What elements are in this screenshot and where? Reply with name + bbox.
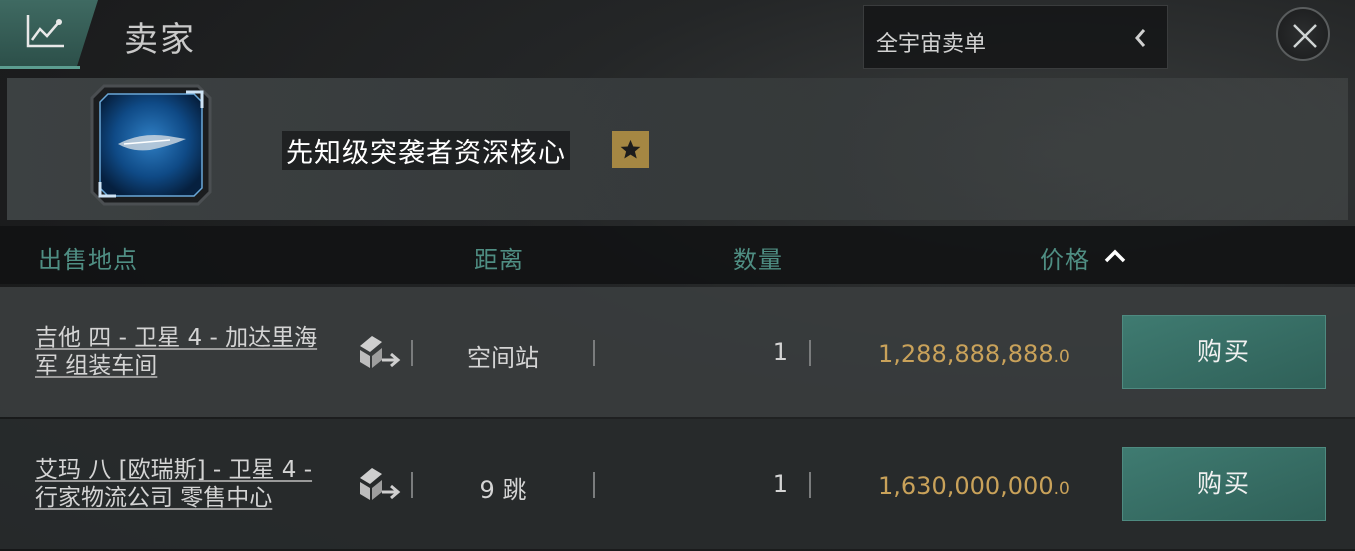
tab-underline — [0, 66, 80, 69]
item-name: 先知级突袭者资深核心 — [282, 131, 570, 170]
price-decimal: .0 — [1053, 347, 1070, 367]
location-line2: 行家物流公司 零售中心 — [35, 485, 273, 511]
column-quantity[interactable]: 数量 — [733, 240, 783, 275]
table-row: 艾玛 八 [欧瑞斯] - 卫星 4 - 行家物流公司 零售中心 9 跳 1 1,… — [0, 419, 1355, 549]
column-distance[interactable]: 距离 — [474, 240, 524, 275]
location-link[interactable]: 吉他 四 - 卫星 4 - 加达里海 军 组装车间 — [35, 324, 355, 380]
set-destination-icon[interactable] — [356, 464, 402, 504]
ship-item-icon[interactable] — [90, 84, 212, 206]
column-divider — [593, 472, 595, 498]
price-value: 1,630,000,000.0 — [878, 472, 1070, 500]
location-line2: 军 组装车间 — [35, 353, 158, 379]
line-chart-icon — [26, 15, 64, 48]
distance-value: 9 跳 — [479, 476, 527, 504]
header-bar: 卖家 全宇宙卖单 — [0, 0, 1355, 70]
quantity-value: 1 — [772, 470, 788, 498]
chevron-left-icon — [1135, 29, 1146, 47]
meta-level-badge — [612, 131, 649, 168]
location-line1: 艾玛 八 [欧瑞斯] - 卫星 4 - — [35, 457, 313, 483]
buy-button[interactable]: 购买 — [1122, 315, 1326, 389]
star-icon — [620, 139, 641, 159]
distance-value: 空间站 — [467, 344, 539, 372]
column-divider — [411, 340, 413, 366]
location-link[interactable]: 艾玛 八 [欧瑞斯] - 卫星 4 - 行家物流公司 零售中心 — [35, 456, 355, 512]
column-divider — [411, 472, 413, 498]
price-main: 1,288,888,888 — [878, 340, 1054, 368]
column-divider — [809, 340, 811, 366]
sort-ascending-icon[interactable] — [1104, 248, 1126, 264]
column-location[interactable]: 出售地点 — [38, 240, 138, 275]
price-decimal: .0 — [1053, 479, 1070, 499]
column-divider — [593, 340, 595, 366]
quantity-value: 1 — [772, 338, 788, 366]
region-filter-label: 全宇宙卖单 — [876, 32, 987, 57]
column-divider — [809, 472, 811, 498]
region-filter-dropdown[interactable]: 全宇宙卖单 — [863, 5, 1168, 69]
set-destination-icon[interactable] — [356, 332, 402, 372]
table-header — [0, 226, 1355, 284]
close-icon — [1293, 24, 1317, 48]
close-button[interactable] — [1276, 7, 1330, 61]
market-history-tab[interactable] — [0, 0, 98, 68]
page-title: 卖家 — [124, 20, 196, 60]
price-main: 1,630,000,000 — [878, 472, 1054, 500]
column-price[interactable]: 价格 — [1040, 240, 1090, 275]
buy-button[interactable]: 购买 — [1122, 447, 1326, 521]
price-value: 1,288,888,888.0 — [878, 340, 1070, 368]
table-row: 吉他 四 - 卫星 4 - 加达里海 军 组装车间 空间站 1 1,288,88… — [0, 287, 1355, 417]
location-line1: 吉他 四 - 卫星 4 - 加达里海 — [35, 325, 318, 351]
